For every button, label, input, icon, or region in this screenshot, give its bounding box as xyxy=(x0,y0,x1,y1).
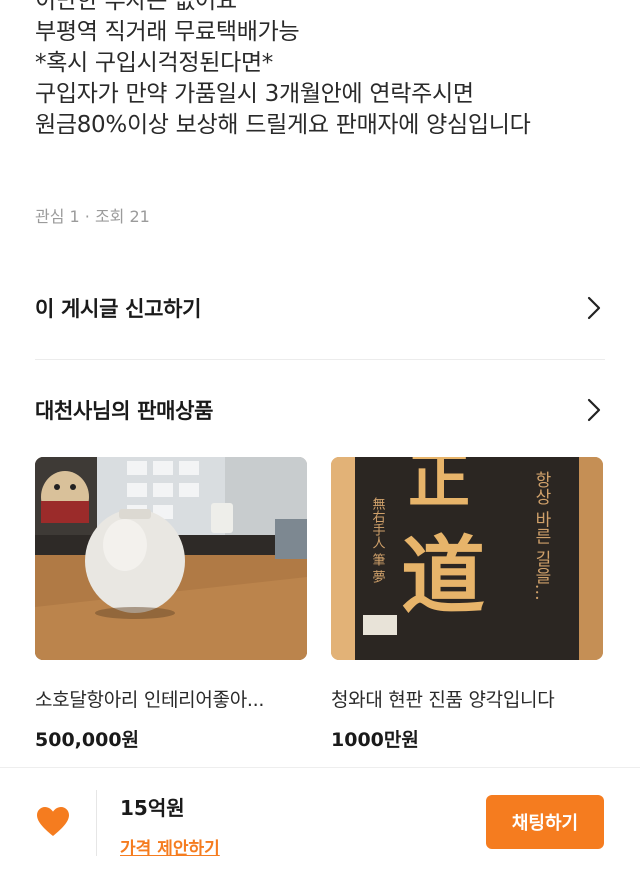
price-offer-link[interactable]: 가격 제안하기 xyxy=(120,834,220,859)
plaque-left-text: 無右手人 筆 夢 xyxy=(370,497,386,584)
bottom-action-bar: 15억원 가격 제안하기 채팅하기 xyxy=(0,767,640,881)
plaque-char-top: 正 xyxy=(408,457,470,516)
description-line: *혹시 구입시걱정된다면* xyxy=(35,50,274,76)
product-price: 1000만원 xyxy=(331,729,419,751)
description-line: 부평역 직거래 무료택배가능 xyxy=(35,19,300,45)
description-line: 구입자가 만약 가품일시 3개월안에 연락주시면 xyxy=(35,81,474,107)
listing-price: 15억원 xyxy=(120,796,185,820)
view-stats: 관심 1 · 조회 21 xyxy=(35,207,150,226)
report-post-label: 이 게시글 신고하기 xyxy=(35,297,202,321)
divider xyxy=(96,790,97,856)
product-price: 500,000원 xyxy=(35,729,140,751)
product-image-moon-jar xyxy=(35,457,307,660)
chevron-right-icon xyxy=(583,398,605,422)
description-line: 이만한 투자는 없어요 xyxy=(35,0,237,14)
description: 이만한 투자는 없어요 부평역 직거래 무료택배가능 *혹시 구입시걱정된다면*… xyxy=(35,0,625,141)
product-name: 소호달항아리 인테리어좋아... xyxy=(35,689,265,711)
description-line: 원금80%이상 보상해 드릴게요 판매자에 양심입니다 xyxy=(35,112,531,138)
heart-icon[interactable] xyxy=(36,806,70,838)
plaque-side-text: 항상 바른 길을… xyxy=(531,471,551,601)
product-card[interactable]: 소호달항아리 인테리어좋아... 500,000원 xyxy=(35,457,307,752)
product-image-plaque: 正 道 항상 바른 길을… 無右手人 筆 夢 xyxy=(331,457,603,660)
chevron-right-icon xyxy=(583,296,605,320)
chat-button[interactable]: 채팅하기 xyxy=(486,795,604,849)
seller-products-header[interactable]: 대천사님의 판매상품 xyxy=(35,382,605,438)
divider xyxy=(35,359,605,360)
report-post-row[interactable]: 이 게시글 신고하기 xyxy=(35,280,605,336)
product-name: 청와대 현판 진품 양각입니다 xyxy=(331,689,555,711)
seller-products-title: 대천사님의 판매상품 xyxy=(35,399,214,423)
plaque-char-bottom: 道 xyxy=(401,526,485,625)
product-card[interactable]: 正 道 항상 바른 길을… 無右手人 筆 夢 청와대 현판 진품 양각입니다 1… xyxy=(331,457,603,752)
